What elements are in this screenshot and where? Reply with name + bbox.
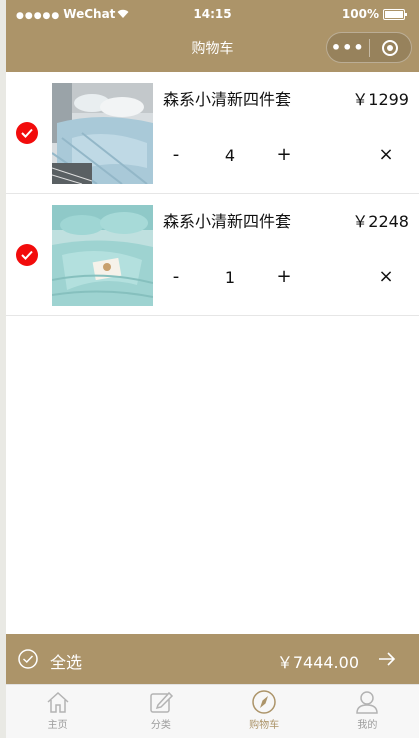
item-checkbox[interactable] — [16, 244, 38, 266]
select-all-checkbox[interactable] — [18, 649, 38, 669]
check-icon — [21, 250, 33, 260]
more-button[interactable]: ••• — [327, 34, 369, 62]
product-image[interactable] — [52, 205, 153, 306]
tab-category[interactable]: 分类 — [109, 685, 212, 738]
user-icon — [356, 691, 379, 714]
quantity-value: 4 — [224, 146, 236, 165]
increase-quantity-button[interactable]: + — [274, 266, 294, 287]
home-icon — [47, 691, 69, 713]
remove-item-button[interactable]: × — [376, 144, 396, 165]
tab-label: 分类 — [150, 720, 171, 731]
cart-list: 森系小清新四件套 ￥1299 - 4 + × 森系小清新四件套 ￥2248 - … — [6, 72, 419, 316]
product-image[interactable] — [52, 83, 153, 184]
top-bar: ●●●●● WeChat 14:15 100% 购物车 ••• — [6, 0, 419, 72]
cart-item: 森系小清新四件套 ￥1299 - 4 + × — [6, 72, 419, 194]
remove-item-button[interactable]: × — [376, 266, 396, 287]
close-button[interactable] — [370, 39, 412, 56]
product-price: ￥2248 — [352, 212, 409, 231]
tab-label: 主页 — [47, 720, 68, 731]
tab-profile[interactable]: 我的 — [316, 685, 419, 738]
total-price: ￥7444.00 — [276, 653, 359, 672]
select-all-label[interactable]: 全选 — [50, 649, 82, 673]
product-name[interactable]: 森系小清新四件套 — [163, 86, 291, 110]
product-name[interactable]: 森系小清新四件套 — [163, 208, 291, 232]
tab-home[interactable]: 主页 — [6, 685, 109, 738]
tab-label: 我的 — [357, 720, 378, 731]
tab-bar: 主页 分类 购物车 我的 — [6, 684, 419, 738]
tab-cart[interactable]: 购物车 — [213, 685, 316, 738]
quantity-value: 1 — [224, 268, 236, 287]
target-icon — [382, 39, 399, 56]
app-frame: ●●●●● WeChat 14:15 100% 购物车 ••• 森系小清新四件套… — [6, 0, 419, 738]
battery-icon — [383, 8, 407, 20]
checkout-bar: 全选 ￥7444.00 — [6, 634, 419, 684]
compass-icon — [252, 690, 276, 714]
check-icon — [21, 128, 33, 138]
tab-label: 购物车 — [249, 720, 280, 731]
mini-program-capsule: ••• — [326, 32, 412, 63]
item-checkbox[interactable] — [16, 122, 38, 144]
battery: 100% — [341, 7, 407, 21]
checkout-arrow-icon[interactable] — [377, 649, 397, 669]
cart-item: 森系小清新四件套 ￥2248 - 1 + × — [6, 194, 419, 316]
status-bar: ●●●●● WeChat 14:15 100% — [6, 0, 419, 28]
product-price: ￥1299 — [352, 90, 409, 109]
increase-quantity-button[interactable]: + — [274, 144, 294, 165]
decrease-quantity-button[interactable]: - — [166, 266, 186, 287]
battery-percent: 100% — [341, 7, 379, 21]
decrease-quantity-button[interactable]: - — [166, 144, 186, 165]
edit-icon — [150, 691, 173, 713]
